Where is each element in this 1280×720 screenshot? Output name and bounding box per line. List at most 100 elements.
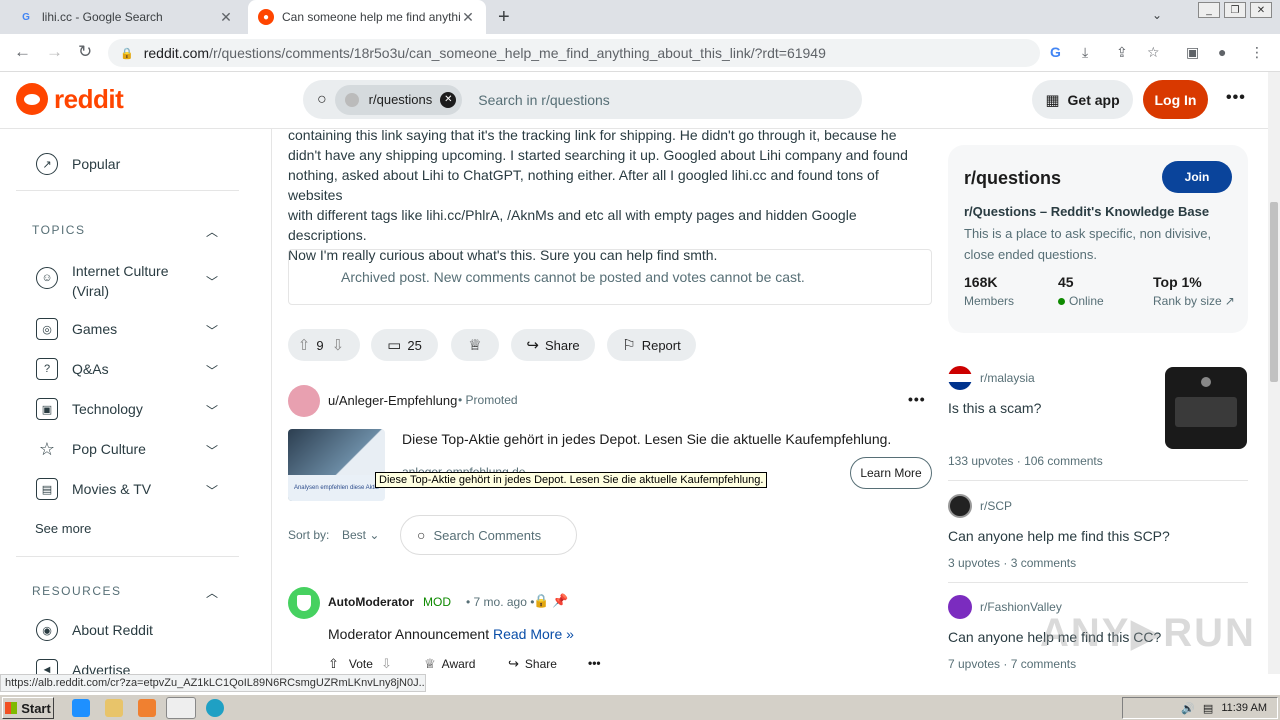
subreddit-search-chip[interactable]: r/questions ✕: [334, 84, 463, 115]
edge-icon[interactable]: [206, 699, 224, 717]
vote-control[interactable]: ⇧ Vote ⇩: [328, 656, 398, 672]
sidebar-item-label: Movies & TV: [72, 481, 152, 497]
reload-icon[interactable]: ↻: [78, 42, 92, 62]
award-button[interactable]: ♕: [451, 329, 499, 361]
stat-members: 168K Members: [964, 274, 1014, 308]
upvote-icon[interactable]: ⇧: [298, 336, 311, 354]
restore-button[interactable]: ❐: [1224, 2, 1246, 18]
reddit-alien-icon: [16, 83, 48, 115]
bookmark-star-icon[interactable]: ☆: [1147, 44, 1160, 61]
chevron-down-icon[interactable]: ﹀: [206, 322, 218, 339]
back-icon[interactable]: ←: [14, 42, 31, 62]
profile-icon[interactable]: ●: [1218, 44, 1226, 60]
share-button[interactable]: ↪ Share: [508, 656, 557, 672]
learn-more-button[interactable]: Learn More: [850, 457, 932, 489]
external-link-icon[interactable]: ↗: [1225, 294, 1235, 308]
tab-search-chevron-icon[interactable]: ⌄: [1152, 8, 1162, 22]
tab-title: lihi.cc - Google Search: [42, 10, 163, 24]
comment-author[interactable]: AutoModerator: [328, 595, 414, 609]
more-options-icon[interactable]: •••: [1226, 89, 1246, 107]
sort-dropdown[interactable]: Best ⌄: [342, 528, 379, 542]
share-page-icon[interactable]: ⇪: [1116, 44, 1128, 61]
search-input[interactable]: Search in r/questions: [478, 92, 610, 108]
sidebar-item-pop-culture[interactable]: ☆ Pop Culture: [36, 438, 146, 460]
promoted-username[interactable]: u/Anleger-Empfehlung: [328, 393, 457, 408]
tab-reddit[interactable]: ● Can someone help me find anything ✕: [248, 0, 486, 34]
chevron-down-icon[interactable]: ﹀: [206, 273, 218, 290]
promoted-headline[interactable]: Diese Top-Aktie gehört in jedes Depot. L…: [402, 431, 891, 447]
sidebar-item-technology[interactable]: ▣ Technology: [36, 398, 143, 420]
chrome-taskbar-button[interactable]: [166, 697, 196, 719]
browser-menu-icon[interactable]: ⋮: [1250, 44, 1264, 61]
sidebar-item-advertise[interactable]: ◄ Advertise: [36, 659, 130, 674]
network-icon[interactable]: ▤: [1203, 702, 1213, 715]
community-name[interactable]: r/questions: [964, 168, 1061, 189]
sidebar-item-popular[interactable]: ↗ Popular: [36, 153, 120, 175]
side-panel-icon[interactable]: ▣: [1186, 44, 1199, 61]
login-button[interactable]: Log In: [1143, 80, 1208, 119]
community-description: This is a place to ask specific, non div…: [964, 226, 1212, 262]
address-bar[interactable]: 🔒 reddit.com/r/questions/comments/18r5o3…: [108, 39, 1040, 67]
gamepad-icon: ◎: [36, 318, 58, 340]
related-post[interactable]: r/SCP Can anyone help me find this SCP? …: [948, 494, 1248, 570]
avatar[interactable]: [288, 385, 320, 417]
chevron-up-icon[interactable]: ︿: [206, 584, 218, 601]
sidebar-item-about-reddit[interactable]: ◉ About Reddit: [36, 619, 153, 641]
start-button[interactable]: Start: [2, 697, 54, 719]
share-button[interactable]: ↪ Share: [511, 329, 595, 361]
scrollbar-thumb[interactable]: [1270, 202, 1278, 382]
sidebar-item-label: Pop Culture: [72, 441, 146, 457]
comment-search-placeholder: Search Comments: [433, 527, 542, 543]
tab-google-search[interactable]: G lihi.cc - Google Search ✕: [8, 0, 244, 34]
award-button[interactable]: ♕ Award: [424, 656, 475, 672]
chevron-down-icon[interactable]: ﹀: [206, 482, 218, 499]
sidebar-item-internet-culture[interactable]: ☺ Internet Culture (Viral): [36, 261, 169, 301]
resources-heading[interactable]: RESOURCES: [32, 584, 122, 598]
stat-rank: Top 1% Rank by size ↗: [1153, 274, 1235, 308]
comment-text: Moderator Announcement Read More »: [328, 626, 574, 642]
google-lens-icon[interactable]: G: [1050, 44, 1061, 60]
page-scrollbar[interactable]: [1268, 72, 1280, 674]
downvote-icon[interactable]: ⇩: [381, 656, 392, 672]
avatar[interactable]: [288, 587, 320, 619]
lock-icon: 🔒: [120, 47, 134, 60]
related-subreddit[interactable]: r/malaysia: [980, 371, 1035, 385]
comment-more-icon[interactable]: •••: [588, 656, 601, 670]
downvote-icon[interactable]: ⇩: [332, 336, 345, 354]
close-tab-icon[interactable]: ✕: [460, 9, 476, 26]
read-more-link[interactable]: Read More »: [493, 626, 574, 642]
see-more-link[interactable]: See more: [35, 521, 91, 536]
new-tab-button[interactable]: +: [498, 6, 510, 29]
install-icon[interactable]: ⤓: [1082, 44, 1088, 61]
sidebar-item-movies-tv[interactable]: ▤ Movies & TV: [36, 478, 151, 500]
promoted-thumbnail[interactable]: Analysen empfehlen diese Aktie: [288, 429, 385, 501]
comments-button[interactable]: ▭ 25: [371, 329, 438, 361]
minimize-button[interactable]: _: [1198, 2, 1220, 18]
search-bar[interactable]: ○ r/questions ✕ Search in r/questions: [303, 80, 862, 119]
close-window-button[interactable]: ✕: [1250, 2, 1272, 18]
chevron-up-icon[interactable]: ︿: [206, 223, 218, 240]
media-player-icon[interactable]: [138, 699, 156, 717]
sidebar-item-qas[interactable]: ? Q&As: [36, 358, 109, 380]
get-app-button[interactable]: ▦ Get app: [1032, 80, 1133, 119]
clear-chip-icon[interactable]: ✕: [440, 91, 457, 108]
related-subreddit[interactable]: r/SCP: [980, 499, 1012, 513]
chevron-down-icon[interactable]: ﹀: [206, 362, 218, 379]
sidebar-item-games[interactable]: ◎ Games: [36, 318, 117, 340]
related-thumbnail[interactable]: [1165, 367, 1247, 449]
topics-heading[interactable]: TOPICS: [32, 223, 85, 237]
promoted-more-icon[interactable]: •••: [908, 391, 926, 407]
related-title[interactable]: Can anyone help me find this SCP?: [948, 528, 1248, 544]
ie-icon[interactable]: [72, 699, 90, 717]
report-button[interactable]: ⚐ Report: [607, 329, 696, 361]
upvote-icon[interactable]: ⇧: [328, 656, 339, 672]
volume-icon[interactable]: 🔊: [1181, 702, 1195, 715]
close-tab-icon[interactable]: ✕: [218, 9, 234, 26]
chevron-down-icon[interactable]: ﹀: [206, 402, 218, 419]
forward-icon[interactable]: →: [46, 42, 63, 62]
chevron-down-icon[interactable]: ﹀: [206, 442, 218, 459]
comment-search-input[interactable]: ○ Search Comments: [400, 515, 577, 555]
folder-icon[interactable]: [105, 699, 123, 717]
join-button[interactable]: Join: [1162, 161, 1232, 193]
reddit-logo[interactable]: reddit: [16, 83, 124, 115]
